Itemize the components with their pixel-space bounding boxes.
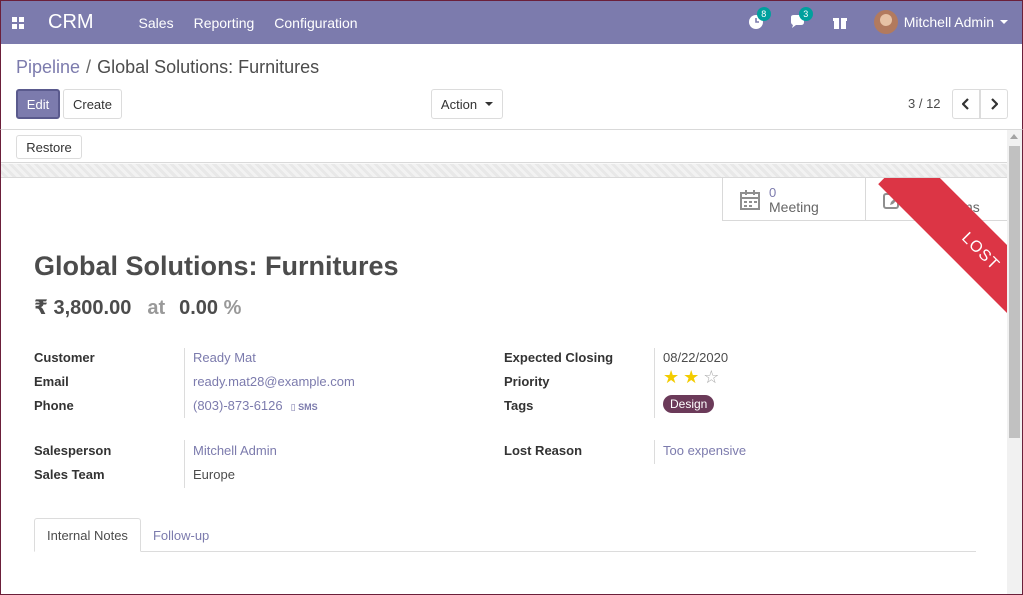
create-button[interactable]: Create [63, 89, 122, 119]
messages-count-badge: 3 [798, 7, 813, 21]
breadcrumb: Pipeline / Global Solutions: Furnitures [16, 57, 319, 78]
field-divider [184, 348, 185, 418]
vertical-scrollbar[interactable] [1007, 130, 1022, 594]
menu-configuration[interactable]: Configuration [274, 15, 357, 31]
priority-label: Priority [504, 374, 550, 389]
expected-closing-label: Expected Closing [504, 350, 614, 365]
tag-badge[interactable]: Design [663, 395, 715, 413]
scrollbar-thumb[interactable] [1009, 146, 1020, 438]
pager-next-button[interactable] [980, 89, 1008, 119]
sheet-background [1, 164, 1008, 178]
pager-value[interactable]: 3 / 12 [908, 96, 941, 111]
phone-field: (803)-873-6126 ▯ SMS [193, 398, 318, 413]
gift-icon[interactable] [832, 14, 848, 30]
quotations-label: Quotations [912, 198, 980, 215]
control-panel: Pipeline / Global Solutions: Furnitures Ed… [0, 44, 1023, 130]
field-divider [184, 440, 185, 488]
chevron-down-icon[interactable] [1000, 20, 1008, 24]
star-filled-icon[interactable]: ★ [683, 368, 699, 386]
sms-label: SMS [298, 402, 318, 412]
notebook-tabs: Internal Notes Follow-up [34, 518, 976, 552]
pager-previous-button[interactable] [952, 89, 980, 119]
form-statusbar: Restore [1, 130, 1008, 163]
action-label: Action [440, 96, 478, 112]
salesperson-label: Salesperson [34, 443, 112, 458]
breadcrumb-pipeline[interactable]: Pipeline [16, 57, 80, 77]
expected-revenue: ₹ 3,800.00 at 0.00 % [34, 295, 241, 320]
form-sheet: 0 Meeting 0 Quotations LOST Global Solut… [1, 177, 1008, 594]
meeting-label: Meeting [769, 198, 819, 215]
sms-button[interactable]: ▯ SMS [291, 402, 318, 412]
lost-reason-label: Lost Reason [504, 443, 583, 458]
sales-team-value[interactable]: Europe [193, 467, 235, 482]
breadcrumb-separator: / [86, 57, 92, 77]
app-brand[interactable]: CRM [48, 11, 94, 34]
quotations-smart-button[interactable]: 0 Quotations [865, 178, 1008, 221]
email-value[interactable]: ready.mat28@example.com [193, 374, 355, 389]
quotations-count: 0 [912, 184, 920, 200]
apps-menu-icon[interactable] [1, 2, 35, 44]
meeting-count: 0 [769, 184, 777, 200]
lost-reason-value[interactable]: Too expensive [663, 443, 746, 458]
menu-reporting[interactable]: Reporting [194, 15, 255, 31]
probability-value[interactable]: 0.00 [179, 297, 218, 319]
tab-follow-up[interactable]: Follow-up [141, 518, 221, 552]
scroll-up-icon[interactable] [1010, 134, 1018, 139]
star-filled-icon[interactable]: ★ [663, 368, 679, 386]
customer-value[interactable]: Ready Mat [193, 350, 256, 365]
top-navbar: CRM Sales Reporting Configuration 8 3 Mi… [0, 0, 1023, 44]
chevron-right-icon [991, 98, 998, 110]
restore-button[interactable]: Restore [16, 135, 82, 159]
tags-label: Tags [504, 398, 534, 413]
field-divider [654, 348, 655, 418]
activity-count-badge: 8 [756, 7, 771, 21]
star-empty-icon[interactable]: ☆ [703, 368, 719, 386]
menu-sales[interactable]: Sales [139, 15, 174, 31]
email-label: Email [34, 374, 69, 389]
messages-icon[interactable]: 3 [790, 7, 813, 30]
phone-label: Phone [34, 398, 74, 413]
user-avatar[interactable] [873, 10, 898, 34]
customer-label: Customer [34, 350, 95, 365]
activity-clock-icon[interactable]: 8 [748, 7, 771, 30]
action-dropdown-button[interactable]: Action [431, 89, 503, 119]
meeting-smart-button[interactable]: 0 Meeting [722, 178, 865, 221]
chevron-left-icon [962, 98, 969, 110]
tab-internal-notes[interactable]: Internal Notes [34, 518, 141, 552]
expected-closing-value[interactable]: 08/22/2020 [663, 350, 728, 365]
pencil-square-icon [883, 192, 902, 209]
record-title: Global Solutions: Furnitures [34, 251, 399, 281]
sales-team-label: Sales Team [34, 467, 105, 482]
edit-button[interactable]: Edit [16, 89, 60, 119]
salesperson-value[interactable]: Mitchell Admin [193, 443, 277, 458]
phone-value[interactable]: (803)-873-6126 [193, 398, 283, 413]
user-name[interactable]: Mitchell Admin [904, 14, 994, 30]
at-label: at [147, 297, 166, 319]
breadcrumb-current: Global Solutions: Furnitures [97, 57, 320, 77]
smart-buttons: 0 Meeting 0 Quotations [722, 178, 1008, 221]
field-divider [654, 440, 655, 464]
caret-down-icon [485, 102, 494, 106]
percent-sign: % [223, 297, 242, 319]
revenue-amount[interactable]: ₹ 3,800.00 [34, 297, 131, 319]
form-content: Restore 0 Meeting 0 Quotations LOST Glob… [0, 130, 1023, 595]
priority-stars: ★ ★ ☆ [663, 368, 719, 386]
calendar-icon [740, 189, 760, 210]
